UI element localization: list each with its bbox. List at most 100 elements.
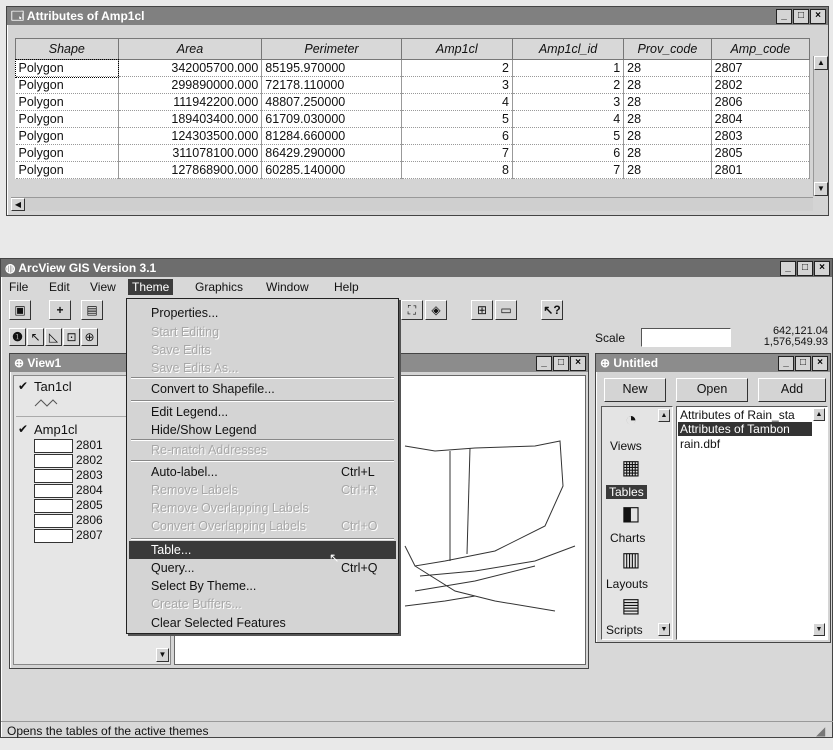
table-cell[interactable]: 2805 <box>711 144 811 162</box>
table-cell[interactable]: 48807.250000 <box>261 93 402 111</box>
identify-tool-icon[interactable]: ❶ <box>9 328 26 346</box>
open-table-icon[interactable]: ▭ <box>495 300 517 320</box>
table-cell[interactable]: 111942200.000 <box>118 93 263 111</box>
table-cell[interactable]: 60285.140000 <box>261 161 402 179</box>
open-button[interactable]: Open <box>676 378 748 402</box>
table-cell[interactable]: 72178.110000 <box>261 76 402 94</box>
table-cell[interactable]: 28 <box>623 127 712 145</box>
column-header[interactable]: Shape <box>15 38 119 60</box>
theme-properties-icon[interactable]: ▤ <box>81 300 103 320</box>
theme1-checkbox[interactable]: ✔ <box>18 379 28 393</box>
table-cell[interactable]: Polygon <box>15 76 119 94</box>
table-cell[interactable]: Polygon <box>15 144 119 162</box>
theme-menu-item[interactable]: Table... ↖ <box>129 541 396 565</box>
view1-minimize-button[interactable]: _ <box>536 356 552 371</box>
close-button[interactable]: × <box>810 9 826 24</box>
zoom-to-themes-icon[interactable]: ◈ <box>425 300 447 320</box>
theme-menu-item[interactable]: Properties... <box>129 304 396 322</box>
select-feature-tool-icon[interactable]: ⊡ <box>63 328 80 346</box>
zoom-full-extent-icon[interactable]: ⛶ <box>401 300 423 320</box>
table-row[interactable]: Polygon 311078100.000 86429.290000 7 6 28 2805 <box>15 144 811 162</box>
project-maximize-button[interactable]: □ <box>795 356 811 371</box>
zoom-to-selected-icon[interactable]: ⊞ <box>471 300 493 320</box>
theme2-checkbox[interactable]: ✔ <box>18 422 28 436</box>
theme-menu-item[interactable]: Save Edits As... <box>129 359 396 377</box>
menu-help[interactable]: Help <box>334 280 359 294</box>
document-item[interactable]: rain.dbf <box>680 437 720 451</box>
doc-type-layouts[interactable]: Layouts <box>606 577 648 591</box>
vertex-edit-tool-icon[interactable]: ◺ <box>45 328 62 346</box>
theme-menu-item[interactable]: Remove Labels Ctrl+R <box>129 481 396 499</box>
table-cell[interactable]: 127868900.000 <box>118 161 263 179</box>
scale-field[interactable] <box>641 328 731 347</box>
table-cell[interactable]: 1 <box>512 59 625 77</box>
table-row[interactable]: Polygon 111942200.000 48807.250000 4 3 28 2806 <box>15 93 811 111</box>
table-cell[interactable]: 61709.030000 <box>261 110 402 128</box>
table-cell[interactable]: 2802 <box>711 76 811 94</box>
table-cell[interactable]: 2804 <box>711 110 811 128</box>
table-row[interactable]: Polygon 189403400.000 61709.030000 5 4 28 2804 <box>15 110 811 128</box>
theme-menu-item[interactable]: Convert to Shapefile... <box>129 380 396 398</box>
theme-menu-item[interactable]: Save Edits <box>129 341 396 359</box>
table-cell[interactable]: 2801 <box>711 161 811 179</box>
table-cell[interactable]: Polygon <box>14 58 120 78</box>
doc-type-charts[interactable]: Charts <box>610 531 645 545</box>
layouts-icon[interactable]: ▥ <box>614 547 648 575</box>
theme-menu-item[interactable]: Select By Theme... <box>129 577 396 595</box>
table-cell[interactable]: 28 <box>623 76 712 94</box>
column-header[interactable]: Prov_code <box>623 38 712 60</box>
table-row[interactable]: Polygon 124303500.000 81284.660000 6 5 28 2803 <box>15 127 811 145</box>
menu-theme[interactable]: Theme <box>128 279 174 295</box>
attributes-titlebar[interactable]: 🗔 Attributes of Amp1cl _ □ × <box>7 7 828 25</box>
toc-scroll-down-icon[interactable]: ▼ <box>156 648 169 662</box>
tables-icon[interactable]: ▦ <box>614 455 648 483</box>
table-cell[interactable]: 28 <box>623 144 712 162</box>
table-cell[interactable]: 2806 <box>711 93 811 111</box>
document-item[interactable]: Attributes of Rain_sta <box>680 408 795 422</box>
theme-menu-item[interactable]: Create Buffers... <box>129 595 396 613</box>
table-cell[interactable]: 4 <box>512 110 625 128</box>
project-titlebar[interactable]: ⊕ Untitled _ □ × <box>596 354 830 372</box>
add-button[interactable]: Add <box>758 378 826 402</box>
table-cell[interactable]: 3 <box>401 76 513 94</box>
table-cell[interactable]: 81284.660000 <box>261 127 402 145</box>
table-cell[interactable]: 124303500.000 <box>118 127 263 145</box>
column-header[interactable]: Area <box>117 38 263 60</box>
theme-menu-item[interactable]: Clear Selected Features <box>129 614 396 632</box>
theme-menu-item[interactable]: Re-match Addresses <box>129 441 396 459</box>
app-minimize-button[interactable]: _ <box>780 261 796 276</box>
column-header[interactable]: Amp1cl_id <box>511 38 625 60</box>
project-minimize-button[interactable]: _ <box>778 356 794 371</box>
table-cell[interactable]: Polygon <box>15 127 119 145</box>
table-cell[interactable]: 8 <box>401 161 513 179</box>
table-cell[interactable]: 28 <box>623 59 712 77</box>
menu-file[interactable]: File <box>9 280 28 294</box>
theme2-label[interactable]: Amp1cl <box>34 422 77 437</box>
document-item[interactable]: Attributes of Tambon <box>678 422 812 436</box>
views-icon[interactable]: ◔ <box>614 409 648 437</box>
theme-menu-item[interactable]: Hide/Show Legend <box>129 421 396 439</box>
table-cell[interactable]: 28 <box>623 161 712 179</box>
theme1-label[interactable]: Tan1cl <box>34 379 72 394</box>
scroll-up-arrow-icon[interactable]: ▲ <box>814 56 828 70</box>
theme-menu-item[interactable]: Auto-label... Ctrl+L <box>129 463 396 481</box>
table-cell[interactable]: Polygon <box>15 93 119 111</box>
scripts-icon[interactable]: ▤ <box>614 593 648 621</box>
table-cell[interactable]: 6 <box>512 144 625 162</box>
menu-graphics[interactable]: Graphics <box>195 280 243 294</box>
table-row[interactable]: Polygon 127868900.000 60285.140000 8 7 28 2801 <box>15 161 811 179</box>
add-theme-icon[interactable]: + <box>49 300 71 320</box>
scroll-left-arrow-icon[interactable]: ◀ <box>11 198 25 211</box>
documents-scroll-up-icon[interactable]: ▲ <box>813 408 825 421</box>
column-header[interactable]: Amp_code <box>710 38 811 60</box>
column-header[interactable]: Perimeter <box>261 38 402 60</box>
maximize-button[interactable]: □ <box>793 9 809 24</box>
charts-icon[interactable]: ◧ <box>614 501 648 529</box>
new-button[interactable]: New <box>604 378 666 402</box>
table-row[interactable]: Polygon 299890000.000 72178.110000 3 2 28 2802 <box>15 76 811 94</box>
doc-type-scroll-down-icon[interactable]: ▼ <box>658 623 670 636</box>
theme-menu-item[interactable]: Query... Ctrl+Q <box>129 559 396 577</box>
menu-view[interactable]: View <box>90 280 116 294</box>
table-cell[interactable]: 4 <box>401 93 513 111</box>
table-cell[interactable]: Polygon <box>15 110 119 128</box>
